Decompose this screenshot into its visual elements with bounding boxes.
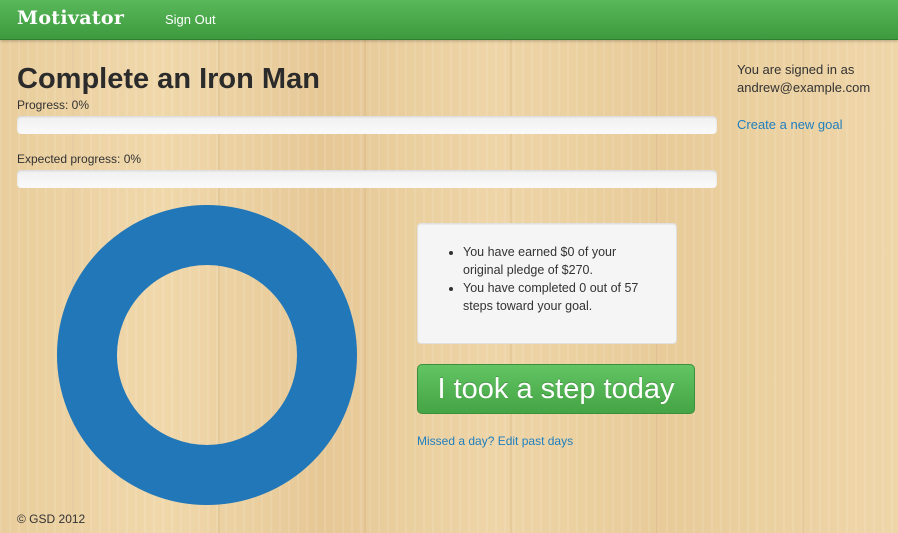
user-email: andrew@example.com bbox=[737, 80, 871, 95]
edit-past-days-link[interactable]: Missed a day? Edit past days bbox=[417, 434, 573, 448]
progress-label: Progress: 0% bbox=[17, 98, 90, 112]
sign-out-link[interactable]: Sign Out bbox=[165, 12, 216, 27]
progress-donut-chart bbox=[57, 205, 357, 505]
completed-stat: You have completed 0 out of 57 steps tow… bbox=[463, 279, 658, 315]
signed-in-info: You are signed in as andrew@example.com bbox=[737, 61, 887, 97]
earned-stat: You have earned $0 of your original pled… bbox=[463, 243, 658, 279]
expected-progress-bar bbox=[17, 170, 717, 188]
top-navbar: Motivator Sign Out bbox=[0, 0, 898, 40]
brand-logo[interactable]: Motivator bbox=[17, 7, 124, 29]
progress-bar bbox=[17, 116, 717, 134]
goal-title: Complete an Iron Man bbox=[17, 63, 320, 95]
signed-in-prefix: You are signed in as bbox=[737, 62, 855, 77]
stats-panel: You have earned $0 of your original pled… bbox=[417, 223, 677, 344]
footer-copyright: © GSD 2012 bbox=[17, 512, 86, 526]
create-goal-link[interactable]: Create a new goal bbox=[737, 117, 843, 132]
took-step-button[interactable]: I took a step today bbox=[417, 364, 695, 414]
expected-progress-label: Expected progress: 0% bbox=[17, 152, 142, 166]
